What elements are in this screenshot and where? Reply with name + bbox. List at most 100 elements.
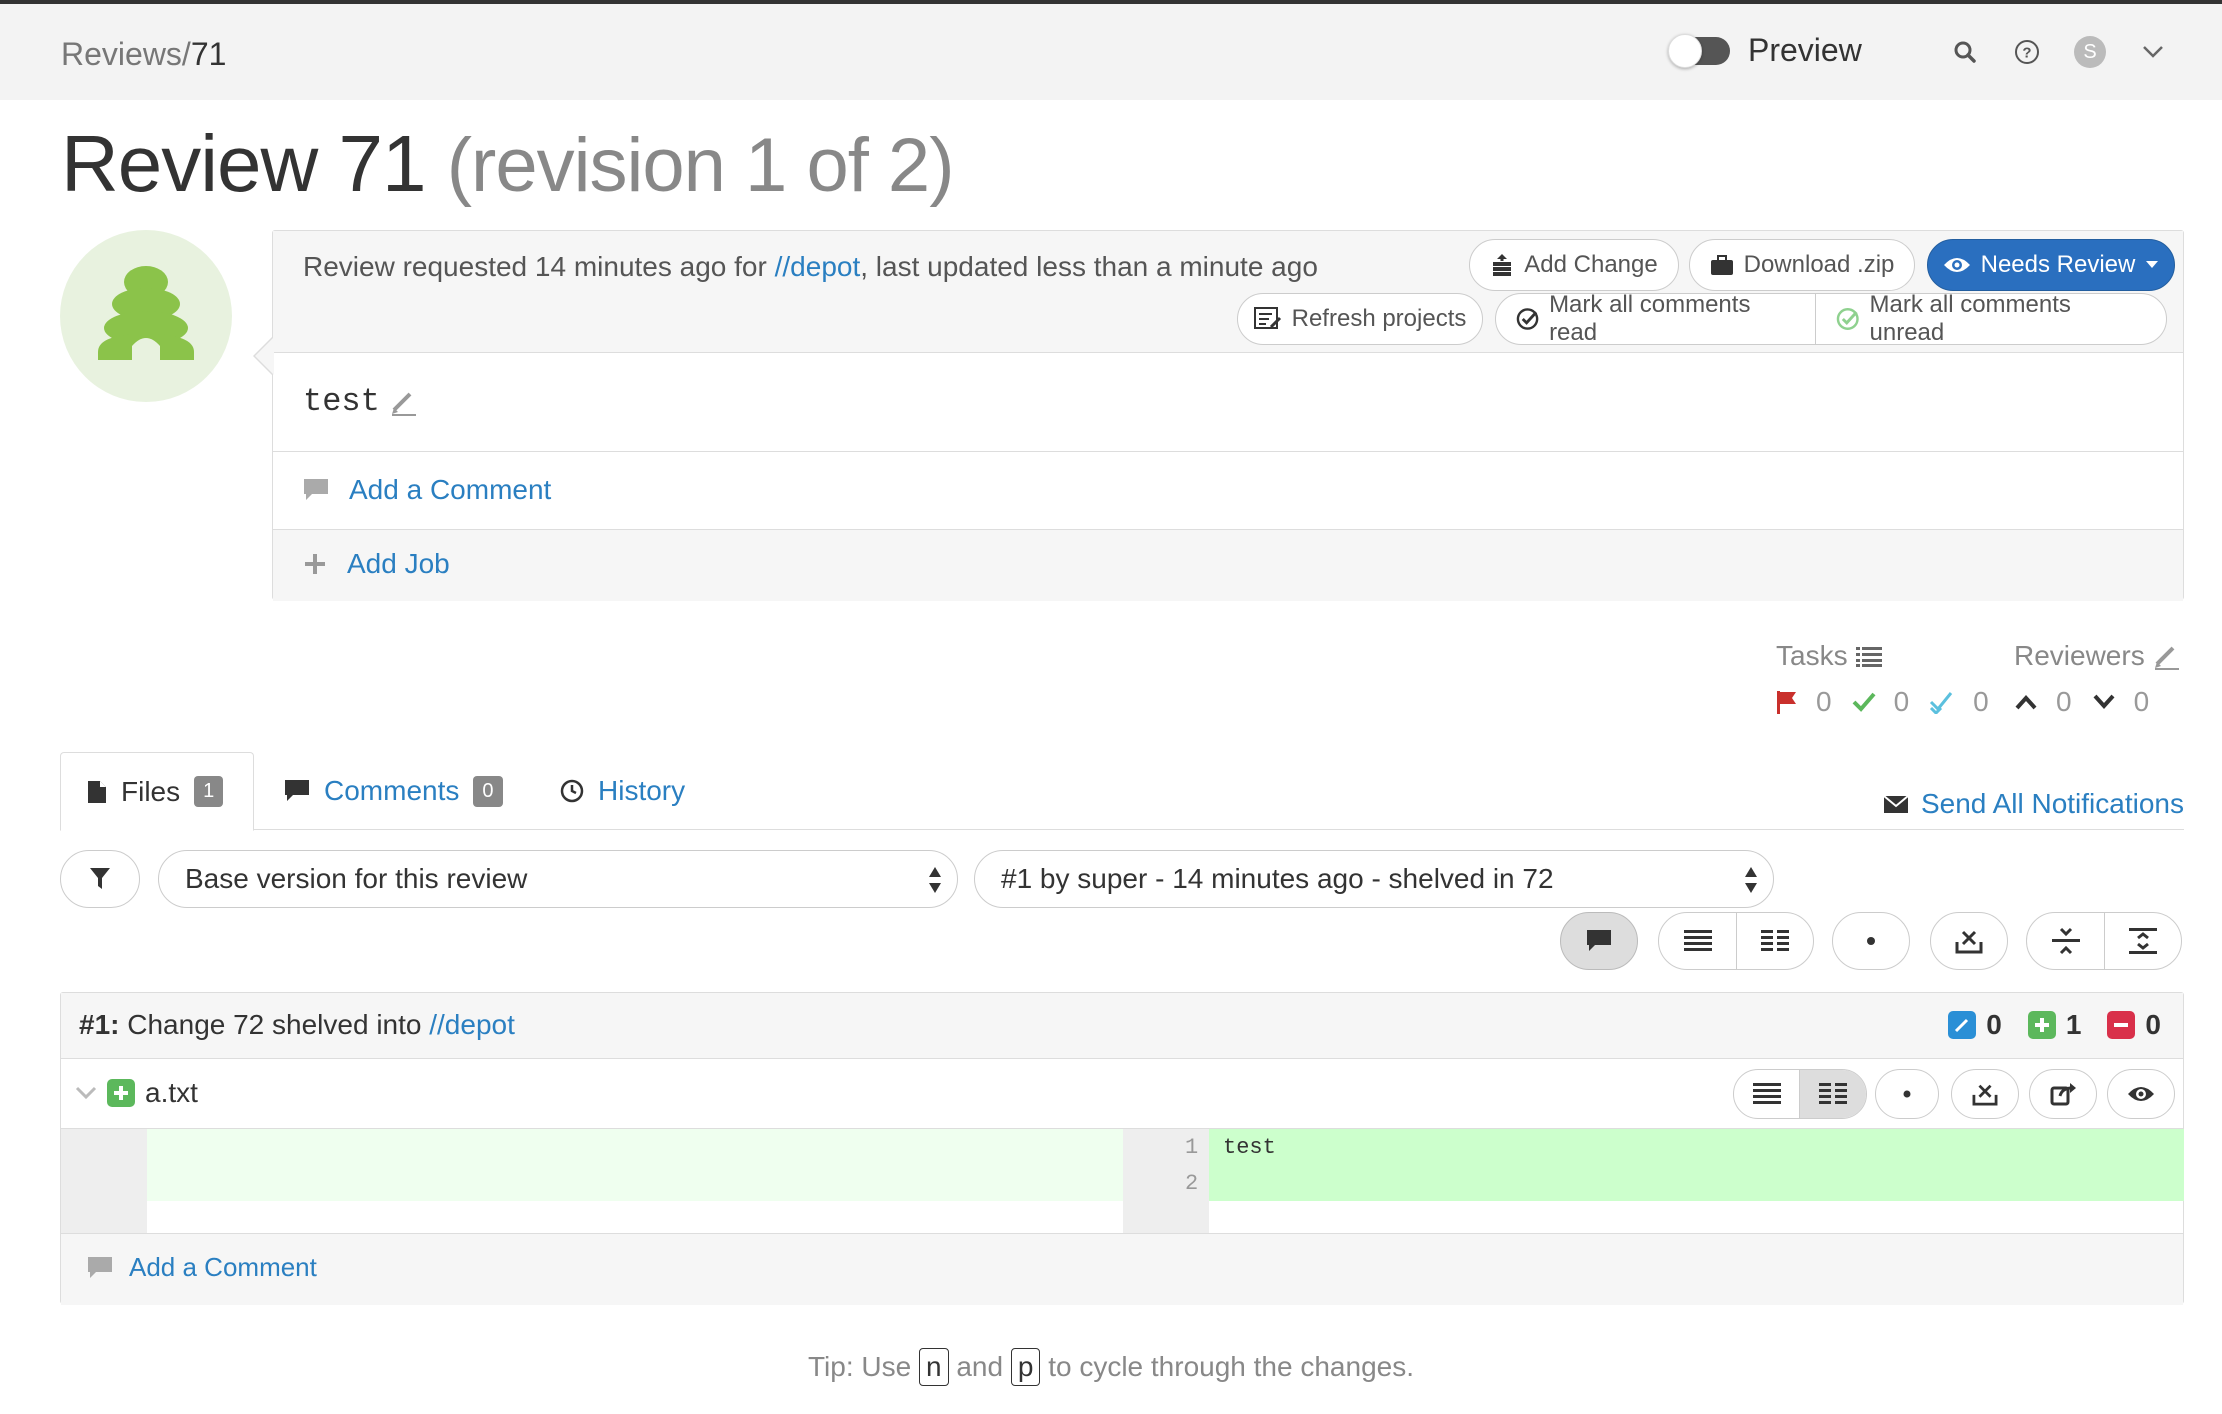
user-avatar[interactable]: S: [2074, 36, 2106, 68]
file-add-comment-link[interactable]: Add a Comment: [87, 1252, 317, 1283]
added-count: 1: [2065, 1009, 2082, 1040]
collapse-all-button[interactable]: [2027, 913, 2104, 969]
tab-comments[interactable]: Comments 0: [284, 752, 503, 830]
list-edit-icon: [1253, 307, 1281, 329]
reviewers-label: Reviewers: [2014, 640, 2145, 671]
top-bar: Reviews/71 Preview ? S: [0, 0, 2222, 100]
collapse-icon: [2051, 927, 2080, 955]
side-by-side-diff-button[interactable]: [1736, 913, 1813, 969]
chevron-down-icon[interactable]: [75, 1086, 97, 1100]
add-comment-link[interactable]: Add a Comment: [303, 474, 551, 506]
download-zip-button[interactable]: Download .zip: [1689, 239, 1915, 291]
tasks-verified-count: 0: [1973, 686, 1989, 717]
files-count-badge: 1: [194, 776, 224, 807]
dot-icon: [1903, 1090, 1911, 1098]
tip-suffix: to cycle through the changes.: [1040, 1351, 1414, 1382]
show-whitespace-button[interactable]: [1832, 912, 1910, 970]
filter-button[interactable]: [60, 850, 140, 908]
search-icon[interactable]: [1950, 37, 1980, 67]
file-side-by-side-button[interactable]: [1799, 1070, 1866, 1118]
vote-down-icon: [2093, 694, 2115, 709]
base-version-value: Base version for this review: [185, 863, 528, 894]
add-comment-label: Add a Comment: [349, 474, 552, 505]
line-number: 1: [1185, 1135, 1199, 1160]
target-version-value: #1 by super - 14 minutes ago - shelved i…: [1001, 863, 1554, 894]
change-depot-link[interactable]: //depot: [429, 1009, 515, 1040]
download-zip-label: Download .zip: [1743, 251, 1895, 278]
review-title: Review 71: [61, 119, 427, 208]
file-icon: [88, 780, 106, 803]
mark-all-unread-button[interactable]: Mark all comments unread: [1815, 294, 2166, 344]
edited-icon: [1948, 1011, 1977, 1039]
file-diff-mode-group: [1733, 1069, 1867, 1119]
tab-comments-label: Comments: [324, 775, 460, 806]
add-job-link[interactable]: Add Job: [303, 548, 450, 580]
tab-history-label: History: [598, 775, 686, 806]
comment-icon: [304, 479, 328, 500]
mark-unread-label: Mark all comments unread: [1869, 293, 2071, 345]
target-version-select[interactable]: #1 by super - 14 minutes ago - shelved i…: [974, 850, 1774, 908]
file-open-button[interactable]: [2029, 1069, 2097, 1119]
add-change-button[interactable]: Add Change: [1469, 239, 1679, 291]
help-icon[interactable]: ?: [2012, 37, 2042, 67]
file-mark-read-button[interactable]: [2107, 1069, 2175, 1119]
page-title: Review 71 (revision 1 of 2): [61, 118, 955, 210]
tip-prefix: Tip: Use: [807, 1351, 919, 1382]
line-number: 2: [1185, 1171, 1199, 1196]
filter-icon: [90, 868, 110, 889]
added-lines: [1209, 1129, 2184, 1201]
diff-mode-group: [1658, 912, 1814, 970]
prev-key: p: [1010, 1348, 1041, 1386]
check-circle-icon: [1836, 307, 1859, 331]
eye-icon: [1943, 258, 1970, 272]
author-avatar: [60, 230, 232, 402]
flag-icon: [1777, 691, 1796, 714]
send-all-label: Send All Notifications: [1920, 788, 2184, 819]
stack-icon: [1493, 254, 1512, 276]
file-row[interactable]: a.txt: [61, 1059, 2183, 1129]
pencil-icon[interactable]: [2153, 642, 2181, 670]
list-icon[interactable]: [1855, 645, 1882, 667]
pencil-icon[interactable]: [390, 388, 418, 416]
inline-diff-button[interactable]: [1659, 913, 1736, 969]
comment-icon: [285, 780, 309, 801]
check-circle-icon: [1516, 308, 1539, 330]
comments-count-badge: 0: [473, 775, 503, 807]
briefcase-icon: [1710, 255, 1733, 275]
file-name[interactable]: a.txt: [145, 1077, 198, 1109]
comment-icon: [1587, 930, 1611, 951]
file-whitespace-button[interactable]: [1875, 1069, 1939, 1119]
user-initial: S: [2083, 40, 2097, 63]
depot-link[interactable]: //depot: [775, 251, 861, 282]
added-icon: [2027, 1011, 2056, 1039]
file-ignore-whitespace-button[interactable]: [1951, 1069, 2019, 1119]
tab-files[interactable]: Files 1: [60, 752, 254, 831]
toggle-switch[interactable]: [1668, 33, 1730, 68]
mark-all-read-button[interactable]: Mark all comments read: [1496, 294, 1815, 344]
review-header: Review requested 14 minutes ago for //de…: [273, 231, 2183, 353]
add-change-label: Add Change: [1524, 251, 1658, 278]
preview-toggle[interactable]: Preview: [1668, 32, 1862, 69]
refresh-projects-button[interactable]: Refresh projects: [1237, 293, 1483, 345]
breadcrumb-review-number: 71: [190, 36, 227, 72]
change-panel: #1: Change 72 shelved into //depot 0 1 0…: [60, 992, 2184, 1305]
expand-all-button[interactable]: [2104, 913, 2181, 969]
needs-review-label: Needs Review: [1980, 251, 2136, 278]
clock-icon: [560, 779, 584, 803]
toggle-comments-button[interactable]: [1560, 912, 1638, 970]
chevron-down-icon[interactable]: [2138, 37, 2168, 67]
preview-label: Preview: [1748, 32, 1862, 68]
svg-text:?: ?: [2022, 45, 2031, 62]
description-text: test: [303, 383, 380, 420]
ignore-whitespace-button[interactable]: [1930, 912, 2008, 970]
breadcrumb-reviews[interactable]: Reviews/: [61, 36, 191, 72]
send-all-notifications-link[interactable]: Send All Notifications: [1883, 788, 2184, 820]
eye-icon: [2128, 1087, 2154, 1101]
expand-icon: [2129, 928, 2157, 954]
left-added-placeholder: [147, 1129, 1209, 1201]
vote-down-count: 0: [2133, 686, 2150, 717]
needs-review-button[interactable]: Needs Review: [1927, 239, 2175, 291]
tab-history[interactable]: History: [560, 752, 685, 830]
base-version-select[interactable]: Base version for this review: [158, 850, 958, 908]
file-inline-diff-button[interactable]: [1734, 1070, 1799, 1118]
